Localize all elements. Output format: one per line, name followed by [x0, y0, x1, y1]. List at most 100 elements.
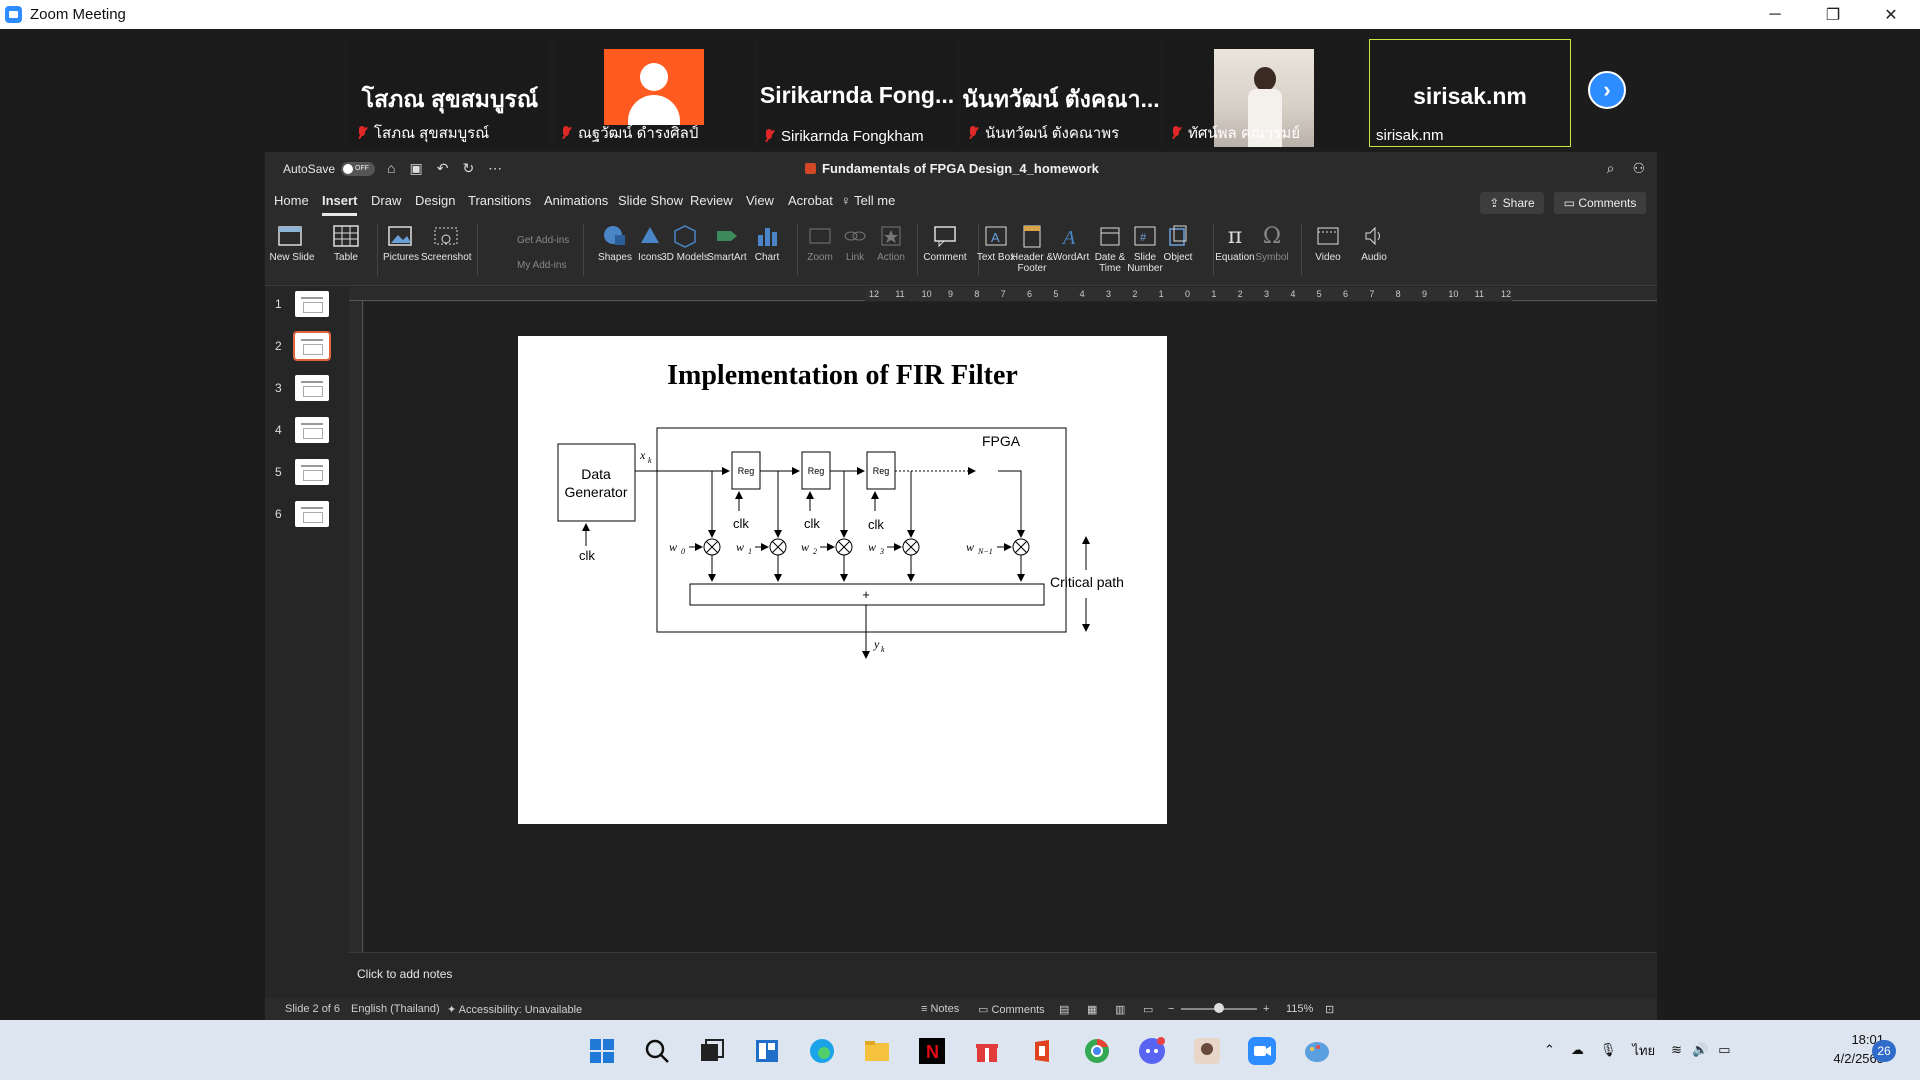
autosave-control[interactable]: AutoSave OFF [283, 162, 376, 176]
video-button[interactable]: Video [1303, 220, 1353, 263]
zoom-out-button[interactable]: − [1168, 1003, 1174, 1015]
file-explorer-icon[interactable] [861, 1035, 893, 1067]
start-icon[interactable] [586, 1035, 618, 1067]
audio-button[interactable]: Audio [1349, 220, 1399, 263]
home-icon[interactable]: ⌂ [387, 160, 395, 177]
screenshot-label: Screenshot [421, 252, 472, 263]
symbol-button[interactable]: Ω Symbol [1247, 220, 1297, 263]
minimize-button[interactable]: ─ [1746, 0, 1804, 29]
discord-icon[interactable] [1136, 1035, 1168, 1067]
zoom-in-button[interactable]: + [1263, 1003, 1269, 1015]
slide-number: 6 [275, 507, 282, 521]
table-button[interactable]: Table [321, 220, 371, 263]
search-icon[interactable] [641, 1035, 673, 1067]
ppt-titlebar: AutoSave OFF ⌂ ▣ ↶ ↻ ⋯ Fundamentals of F… [265, 152, 1657, 186]
powerpoint-icon [805, 163, 816, 174]
object-button[interactable]: Object [1153, 220, 1203, 263]
task-view-icon[interactable] [696, 1035, 728, 1067]
accessibility-status[interactable]: ✦ Accessibility: Unavailable [447, 1003, 582, 1016]
ruler-tick-label: 1 [1211, 289, 1217, 299]
zoom-level[interactable]: 115% [1286, 1003, 1313, 1015]
participant-tile[interactable]: Sirikarnda Fong... Sirikarnda Fongkham [757, 39, 957, 147]
tab-acrobat[interactable]: Acrobat [788, 193, 833, 208]
participant-tile[interactable]: โสภณ สุขสมบูรณ์ โสภณ สุขสมบูรณ์ [350, 39, 550, 147]
comments-toggle[interactable]: ▭ Comments [978, 1003, 1045, 1016]
undo-icon[interactable]: ↶ [437, 160, 449, 177]
zoom-slider-thumb[interactable] [1214, 1003, 1224, 1013]
get-addins-button[interactable]: Get Add-ins [517, 228, 569, 253]
save-icon[interactable]: ▣ [409, 160, 422, 177]
slide-thumbnail[interactable]: 3 [275, 373, 339, 403]
next-page-button[interactable]: › [1588, 71, 1626, 109]
autosave-toggle[interactable]: OFF [341, 162, 376, 176]
chevron-up-icon[interactable]: ⌃ [1544, 1042, 1555, 1058]
tab-review[interactable]: Review [690, 193, 733, 208]
participant-tile[interactable]: ทัศน์พล คณารมย์ [1164, 39, 1364, 147]
tab-design[interactable]: Design [415, 193, 455, 208]
edge-icon[interactable] [806, 1035, 838, 1067]
gift-icon[interactable] [971, 1035, 1003, 1067]
fit-to-window-icon[interactable]: ⊡ [1325, 1003, 1334, 1016]
tab-home[interactable]: Home [274, 193, 309, 208]
slide-thumbnail[interactable]: 4 [275, 415, 339, 445]
normal-view-icon[interactable]: ▤ [1059, 1003, 1069, 1016]
close-button[interactable]: ✕ [1862, 0, 1920, 29]
zoom-app-icon[interactable] [1246, 1035, 1278, 1067]
netflix-icon[interactable]: N [916, 1035, 948, 1067]
participant-tile[interactable]: ณฐวัฒน์ ดำรงศิลป์ [554, 39, 754, 147]
chart-button[interactable]: Chart [742, 220, 792, 263]
tab-insert[interactable]: Insert [322, 193, 358, 216]
redo-icon[interactable]: ↻ [462, 160, 474, 177]
slide-sorter-icon[interactable]: ▦ [1087, 1003, 1097, 1016]
widgets-icon[interactable] [751, 1035, 783, 1067]
volume-icon[interactable]: 🔊 [1692, 1042, 1708, 1058]
participant-tile[interactable]: นันทวัฒน์ ตังคณา... นันทวัฒน์ ตังคณาพร [961, 39, 1161, 147]
chart-label: Chart [754, 252, 780, 263]
share-button[interactable]: ⇪ Share [1480, 192, 1544, 214]
system-tray: ⌃ ☁ 🎙 ไทย ≋ 🔊 ▭ [1544, 1020, 1731, 1080]
microphone-icon[interactable]: 🎙 [1600, 1042, 1617, 1058]
slide-thumbnail[interactable]: 5 [275, 457, 339, 487]
language-indicator[interactable]: English (Thailand) [351, 1003, 440, 1015]
onedrive-icon[interactable]: ☁ [1571, 1042, 1584, 1058]
screenshot-button[interactable]: Screenshot [421, 220, 472, 263]
slideshow-view-icon[interactable]: ▭ [1143, 1003, 1153, 1016]
more-icon[interactable]: ⋯ [488, 160, 502, 177]
search-icon[interactable]: ⌕ [1607, 160, 1615, 177]
my-addins-button[interactable]: My Add-ins [517, 253, 569, 278]
restore-button[interactable]: ❐ [1804, 0, 1862, 29]
notes-pane[interactable]: Click to add notes [349, 952, 1657, 998]
chrome-icon[interactable] [1081, 1035, 1113, 1067]
paint-app-icon[interactable] [1301, 1035, 1333, 1067]
tell-me[interactable]: ♀ Tell me [841, 193, 895, 208]
office-icon[interactable] [1026, 1035, 1058, 1067]
notes-toggle[interactable]: ≡ Notes [921, 1003, 959, 1015]
reading-view-icon[interactable]: ▥ [1115, 1003, 1125, 1016]
xk-label: x [639, 448, 646, 462]
slide-thumbnail[interactable]: 6 [275, 499, 339, 529]
wifi-icon[interactable]: ≋ [1671, 1042, 1682, 1058]
tab-animations[interactable]: Animations [544, 193, 608, 208]
tab-draw[interactable]: Draw [371, 193, 401, 208]
slide-thumbnail[interactable]: 1 [275, 289, 339, 319]
slide-thumbnail-selected[interactable]: 2 [275, 331, 339, 361]
tab-view[interactable]: View [746, 193, 774, 208]
battery-icon[interactable]: ▭ [1718, 1042, 1730, 1058]
notes-placeholder[interactable]: Click to add notes [357, 967, 452, 981]
slide-number: 3 [275, 381, 282, 395]
slide[interactable]: Implementation of FIR Filter FPGA Data G… [518, 336, 1167, 824]
comment-button[interactable]: Comment [920, 220, 970, 263]
pictures-button[interactable]: Pictures [376, 220, 426, 263]
participant-tile-active[interactable]: sirisak.nm sirisak.nm [1369, 39, 1571, 147]
ruler-tick-label: 2 [1237, 289, 1243, 299]
game-app-icon[interactable] [1191, 1035, 1223, 1067]
account-icon[interactable]: ⚇ [1632, 160, 1645, 177]
insert-ribbon: New Slide Table Pictures Screenshot Get … [265, 216, 1657, 286]
comments-button[interactable]: ▭ Comments [1554, 192, 1646, 214]
tab-transitions[interactable]: Transitions [468, 193, 531, 208]
notification-badge[interactable]: 26 [1872, 1040, 1896, 1062]
ruler-tick-label: 6 [1343, 289, 1349, 299]
new-slide-button[interactable]: New Slide [267, 220, 317, 263]
tab-slide-show[interactable]: Slide Show [618, 193, 683, 208]
input-language[interactable]: ไทย [1632, 1040, 1655, 1061]
